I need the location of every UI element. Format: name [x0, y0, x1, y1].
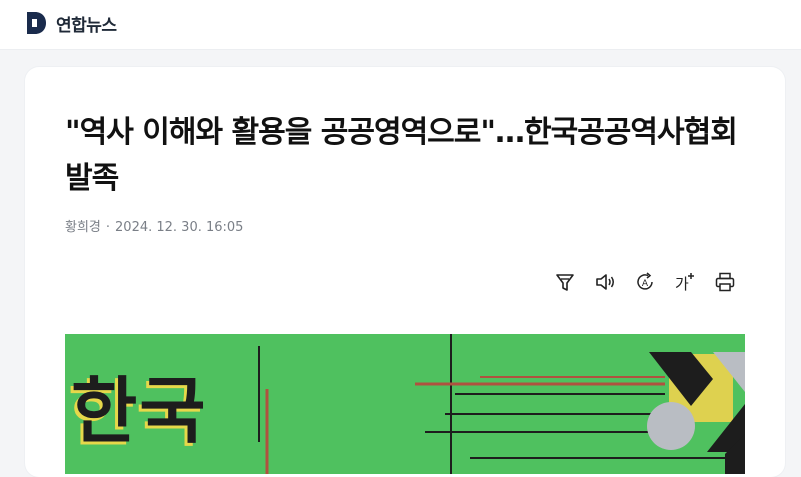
- speaker-icon: [596, 274, 614, 290]
- summary-icon: [556, 274, 574, 291]
- byline-separator: ·: [105, 220, 111, 235]
- print-button[interactable]: [713, 270, 737, 294]
- summary-button[interactable]: [553, 270, 577, 294]
- font-size-icon: 가: [675, 273, 694, 293]
- article-headline: "역사 이해와 활용을 공공영역으로"…한국공공역사협회 발족: [65, 115, 738, 196]
- article-byline: 황희경 · 2024. 12. 30. 16:05: [65, 216, 243, 235]
- publish-datetime: 2024. 12. 30. 16:05: [115, 220, 244, 235]
- translate-glyph: A: [642, 279, 649, 289]
- brand-name[interactable]: 연합뉴스: [56, 11, 117, 36]
- font-size-button[interactable]: 가: [673, 270, 697, 294]
- listen-button[interactable]: [593, 270, 617, 294]
- print-icon: [715, 272, 735, 292]
- font-size-glyph: 가: [675, 275, 689, 293]
- translate-button[interactable]: A: [633, 270, 657, 294]
- author-name: 황희경: [65, 220, 101, 235]
- photo-text: 한국: [71, 369, 208, 453]
- article-card: "역사 이해와 활용을 공공영역으로"…한국공공역사협회 발족 황희경 · 2024…: [25, 67, 785, 477]
- article-toolbar: A 가: [553, 270, 737, 294]
- translate-icon: A: [637, 272, 653, 290]
- top-bar: 연합뉴스: [0, 0, 801, 50]
- article-photo: 한국: [65, 334, 745, 474]
- daum-logo-icon[interactable]: [25, 11, 47, 35]
